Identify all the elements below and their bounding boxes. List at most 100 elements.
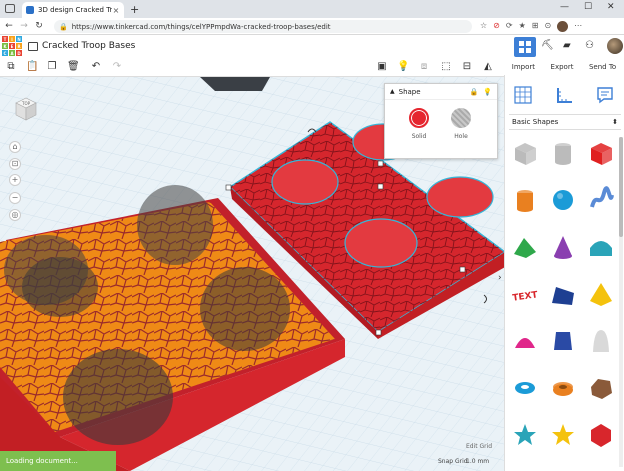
refresh-page-icon[interactable]: ⟳ xyxy=(506,21,513,32)
ruler-icon[interactable] xyxy=(555,85,575,105)
undo-icon[interactable]: ↶ xyxy=(90,61,102,73)
forward-arrow-icon[interactable]: → xyxy=(18,21,30,31)
roof-icon xyxy=(514,238,536,258)
shape-cylinder[interactable] xyxy=(509,184,541,216)
shape-cone[interactable] xyxy=(547,231,579,263)
user-avatar[interactable] xyxy=(607,38,623,54)
hole-option[interactable]: Hole xyxy=(441,108,481,140)
logo-letter: D xyxy=(16,50,22,56)
shape-box[interactable] xyxy=(585,137,617,169)
light-bulb-icon[interactable]: 💡 xyxy=(397,61,409,73)
notes-icon[interactable] xyxy=(595,85,615,105)
shape-panel-title: Shape xyxy=(398,87,421,96)
mirror-icon[interactable]: ◭ xyxy=(482,61,494,73)
light-bulb-icon[interactable]: 💡 xyxy=(483,88,492,96)
redo-icon[interactable]: ↷ xyxy=(111,61,123,73)
solid-color-swatch[interactable] xyxy=(409,108,429,128)
more-menu-icon[interactable]: ⋯ xyxy=(574,21,582,32)
design-list-icon[interactable] xyxy=(28,41,38,51)
snap-grid-select[interactable]: 1.0 mm xyxy=(466,458,489,465)
align-icon[interactable]: ⊟ xyxy=(461,61,473,73)
fit-view-icon[interactable]: ⊡ xyxy=(9,158,21,170)
shape-round-roof[interactable] xyxy=(585,231,617,263)
shape-cylinder-hole[interactable] xyxy=(547,137,579,169)
shape-sphere[interactable] xyxy=(547,184,579,216)
notes-icon[interactable]: ▣ xyxy=(376,61,388,73)
dropdown-arrow-icon: ⬍ xyxy=(612,118,618,126)
shape-star-yellow[interactable] xyxy=(547,419,579,451)
shape-polygon[interactable] xyxy=(547,325,579,357)
add-user-icon[interactable]: ⚇ xyxy=(585,40,594,51)
shape-ice-rock[interactable] xyxy=(585,372,617,404)
zoom-in-icon[interactable]: + xyxy=(9,174,21,186)
collapse-panel-icon[interactable]: › xyxy=(498,273,502,283)
import-button[interactable]: Import xyxy=(512,63,535,71)
tab-close-icon[interactable]: × xyxy=(112,6,120,15)
shape-tube[interactable] xyxy=(547,372,579,404)
extension-icon[interactable]: ⊘ xyxy=(493,21,500,32)
browser-tab[interactable]: 3D design Cracked Troop Bases × xyxy=(22,2,124,18)
design-title[interactable]: Cracked Troop Bases xyxy=(42,41,135,51)
shape-roof[interactable] xyxy=(509,231,541,263)
back-arrow-icon[interactable]: ← xyxy=(3,21,15,31)
edit-grid-button[interactable]: Edit Grid xyxy=(466,443,492,450)
logo-letter: C xyxy=(2,50,8,56)
shapes-scrollbar[interactable] xyxy=(619,137,623,467)
3d-view-grid-icon[interactable] xyxy=(514,37,536,57)
shape-scribble[interactable] xyxy=(585,184,617,216)
shape-torus[interactable] xyxy=(509,372,541,404)
favorites-icon[interactable]: ★ xyxy=(519,21,526,32)
shape-pyramid[interactable] xyxy=(585,278,617,310)
view-cube[interactable]: TOP xyxy=(12,95,38,121)
shape-half-sphere[interactable] xyxy=(509,325,541,357)
refresh-icon[interactable]: ↻ xyxy=(33,21,45,31)
briefcase-icon[interactable]: ▰ xyxy=(563,40,571,51)
solid-option[interactable]: Solid xyxy=(399,108,439,140)
add-favorite-icon[interactable]: ☆ xyxy=(480,21,487,32)
maximize-button[interactable]: ☐ xyxy=(584,2,592,12)
export-button[interactable]: Export xyxy=(551,63,574,71)
shape-star[interactable] xyxy=(509,419,541,451)
minimize-button[interactable]: — xyxy=(560,2,569,12)
hole-swatch[interactable] xyxy=(451,108,471,128)
duplicate-icon[interactable]: ❐ xyxy=(46,61,58,73)
url-text: https://www.tinkercad.com/things/celYPPm… xyxy=(71,22,331,31)
shape-icosahedron[interactable] xyxy=(585,419,617,451)
lock-icon[interactable]: 🔒 xyxy=(470,88,479,96)
new-tab-button[interactable]: + xyxy=(130,3,139,16)
shape-text[interactable]: TEXT xyxy=(509,278,541,310)
collapse-caret-icon[interactable]: ▲ xyxy=(390,88,395,95)
close-window-button[interactable]: ✕ xyxy=(607,2,615,12)
pickaxe-icon[interactable]: ⛏ xyxy=(541,40,554,51)
perspective-icon[interactable]: ◎ xyxy=(9,209,21,221)
cylinder-hole-icon xyxy=(555,143,571,165)
tab-title: 3D design Cracked Troop Bases xyxy=(38,6,112,14)
zoom-out-icon[interactable]: − xyxy=(9,192,21,204)
copy-icon[interactable]: ⧉ xyxy=(5,61,17,73)
ungroup-icon[interactable]: ⬚ xyxy=(440,61,452,73)
collections-icon[interactable]: ⊞ xyxy=(532,21,539,32)
shape-wedge[interactable] xyxy=(547,278,579,310)
group-icon[interactable]: ⧈ xyxy=(418,61,430,73)
round-roof-icon xyxy=(590,241,612,256)
tab-actions-icon[interactable] xyxy=(5,4,15,13)
home-view-icon[interactable]: ⌂ xyxy=(9,141,21,153)
workplane-icon[interactable] xyxy=(513,85,533,105)
logo-letter: N xyxy=(16,36,22,42)
shape-box-hole[interactable] xyxy=(509,137,541,169)
edit-toolbar: ⧉ 📋 ❐ 🗑 ↶ ↷ ▣ 💡 ⧈ ⬚ ⊟ ◭ xyxy=(0,57,504,77)
box-hole-icon xyxy=(515,143,536,165)
delete-icon[interactable]: 🗑 xyxy=(67,61,80,73)
tube-icon xyxy=(553,382,573,396)
profile-avatar-icon[interactable] xyxy=(557,21,569,32)
solid-label: Solid xyxy=(411,133,427,140)
sphere-icon xyxy=(553,190,573,210)
shape-paraboloid[interactable] xyxy=(585,325,617,357)
shape-library-dropdown[interactable]: Basic Shapes ⬍ xyxy=(509,114,621,130)
address-bar[interactable]: 🔒 https://www.tinkercad.com/things/celYP… xyxy=(54,20,472,33)
send-to-button[interactable]: Send To xyxy=(589,63,616,71)
sync-icon[interactable]: ⊙ xyxy=(544,21,551,32)
scrollbar-thumb[interactable] xyxy=(619,137,623,237)
tinkercad-logo[interactable]: TIN KER CAD xyxy=(2,36,22,56)
paste-icon[interactable]: 📋 xyxy=(26,61,38,73)
